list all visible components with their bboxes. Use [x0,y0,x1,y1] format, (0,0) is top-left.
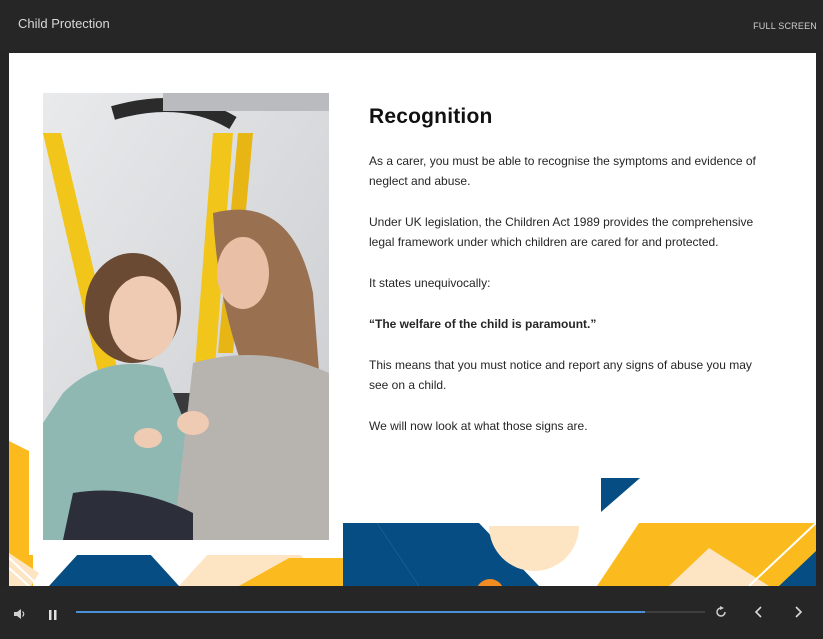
slide-canvas: Recognition As a carer, you must be able… [9,53,816,586]
paragraph-signs: We will now look at what those signs are… [369,419,588,433]
paragraph-states: It states unequivocally: [369,276,491,290]
replay-icon[interactable] [715,605,727,623]
player-controls [0,586,823,639]
photo-frame [29,81,343,555]
pause-icon[interactable] [49,607,57,625]
carer-child-photo [43,93,329,540]
paragraph-notice: This means that you must notice and repo… [369,358,752,392]
paragraph-legislation: Under UK legislation, the Children Act 1… [369,215,754,249]
top-bar: Child Protection FULL SCREEN [0,0,823,52]
course-title: Child Protection [18,16,110,31]
volume-icon[interactable] [14,606,26,624]
paragraph-recognise: As a carer, you must be able to recognis… [369,154,756,188]
paragraph-quote: “The welfare of the child is paramount.” [369,317,597,331]
fullscreen-button[interactable]: FULL SCREEN [753,21,817,31]
chevron-right-icon[interactable] [793,605,803,623]
slide-content: Recognition As a carer, you must be able… [369,105,769,457]
photo-illustration [43,93,329,540]
chevron-left-icon[interactable] [754,605,764,623]
progress-bar[interactable] [76,611,705,613]
slide-heading: Recognition [369,105,493,128]
progress-fill [76,611,645,613]
